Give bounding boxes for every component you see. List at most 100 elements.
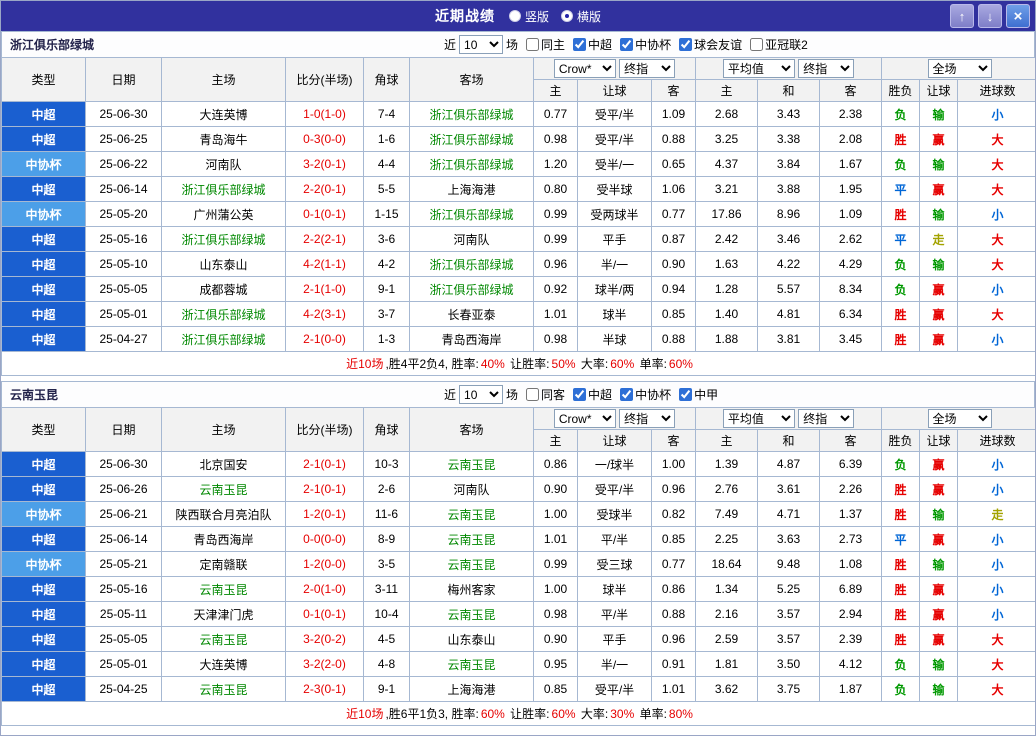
match-date: 25-05-01	[85, 651, 162, 677]
handicap-result: 赢	[919, 451, 959, 477]
asian-company-select[interactable]: Crow*	[553, 409, 616, 428]
asian-away-odds: 1.06	[650, 176, 697, 202]
goals-result: 大	[957, 126, 1035, 152]
home-team: 浙江俱乐部绿城	[161, 176, 286, 202]
checkbox-input[interactable]	[620, 388, 634, 401]
asian-away-odds: 0.88	[650, 326, 697, 352]
euro-away-odds: 6.34	[819, 301, 883, 327]
match-date: 25-06-30	[85, 451, 162, 477]
recent-count-select[interactable]: 10	[459, 385, 504, 404]
subcol-asian: 让球	[577, 429, 652, 452]
asian-away-odds: 0.77	[650, 201, 697, 227]
handicap-result: 赢	[919, 601, 959, 627]
recent-count-select[interactable]: 10	[459, 35, 504, 54]
match-date: 25-06-21	[85, 501, 162, 527]
home-team: 云南玉昆	[161, 626, 286, 652]
result-group-header: 全场	[881, 57, 1035, 80]
summary-segment: 大率:	[577, 357, 609, 371]
scroll-down-button[interactable]: ↓	[978, 4, 1002, 28]
match-score: 2-3(0-1)	[285, 676, 364, 702]
asian-away-odds: 1.09	[650, 101, 697, 127]
filter-checkbox-同主[interactable]: 同主	[526, 36, 565, 53]
away-team: 云南玉昆	[409, 526, 534, 552]
match-type: 中超	[1, 101, 86, 127]
close-button[interactable]: ×	[1006, 4, 1030, 28]
asian-home-odds: 0.99	[533, 226, 578, 252]
outcome-result: 胜	[881, 126, 921, 152]
match-row: 中超 25-06-14 浙江俱乐部绿城 2-2(0-1) 5-5 上海海港 0.80 受半球 1…	[1, 176, 1035, 202]
checkbox-input[interactable]	[573, 38, 587, 51]
checkbox-input[interactable]	[679, 38, 693, 51]
asian-company-select[interactable]: Crow*	[553, 59, 616, 78]
euro-time-select[interactable]: 终指	[798, 59, 855, 78]
outcome-result: 负	[881, 451, 921, 477]
layout-radio-vertical[interactable]: 竖版	[508, 8, 549, 25]
filter-prefix-label: 近	[444, 38, 457, 52]
asian-away-odds: 1.01	[650, 676, 697, 702]
asian-time-select[interactable]: 终指	[619, 59, 676, 78]
euro-draw-odds: 4.22	[757, 251, 821, 277]
match-date: 25-05-05	[85, 276, 162, 302]
subcol-result: 胜负	[881, 79, 921, 102]
match-date: 25-05-16	[85, 576, 162, 602]
euro-company-select[interactable]: 平均值	[722, 59, 795, 78]
section-team-name: 浙江俱乐部绿城	[10, 38, 95, 52]
checkbox-input[interactable]	[679, 388, 693, 401]
filter-checkbox-中甲[interactable]: 中甲	[679, 386, 718, 403]
filter-checkbox-中协杯[interactable]: 中协杯	[620, 386, 671, 403]
euro-company-select[interactable]: 平均值	[722, 409, 795, 428]
sections-container: 浙江俱乐部绿城近 10 场同主 中超 中协杯 球会友谊 亚冠联2 类型 日期 主场 比分(半场) 角球…	[1, 31, 1035, 735]
asian-home-odds: 0.77	[533, 101, 578, 127]
subcol-asian: 主	[533, 79, 578, 102]
filter-checkbox-中协杯[interactable]: 中协杯	[620, 36, 671, 53]
euro-home-odds: 7.49	[695, 501, 759, 527]
match-row: 中超 25-05-01 大连英博 3-2(2-0) 4-8 云南玉昆 0.95 半/一 0.91…	[1, 651, 1035, 677]
asian-home-odds: 1.00	[533, 501, 578, 527]
header-group-row: 类型 日期 主场 比分(半场) 角球 客场 Crow* 终指 平均值 终指 全场	[1, 57, 1035, 102]
euro-home-odds: 2.25	[695, 526, 759, 552]
euro-draw-odds: 3.43	[757, 101, 821, 127]
euro-time-select[interactable]: 终指	[798, 409, 855, 428]
corner-count: 5-5	[363, 176, 410, 202]
scroll-up-button[interactable]: ↑	[950, 4, 974, 28]
scope-select[interactable]: 全场	[927, 409, 992, 428]
home-team: 浙江俱乐部绿城	[161, 326, 286, 352]
euro-away-odds: 1.67	[819, 151, 883, 177]
checkbox-input[interactable]	[620, 38, 634, 51]
section-team-name: 云南玉昆	[10, 388, 59, 402]
asian-home-odds: 0.90	[533, 476, 578, 502]
checkbox-input[interactable]	[526, 38, 540, 51]
match-type: 中超	[1, 276, 86, 302]
goals-result: 大	[957, 626, 1035, 652]
corner-count: 9-1	[363, 676, 410, 702]
filter-checkbox-同客[interactable]: 同客	[526, 386, 565, 403]
result-group-header: 全场	[881, 407, 1035, 430]
goals-result: 走	[957, 501, 1035, 527]
corner-count: 1-15	[363, 201, 410, 227]
asian-handicap: 受半球	[577, 176, 652, 202]
asian-home-odds: 0.80	[533, 176, 578, 202]
filter-checkbox-中超[interactable]: 中超	[573, 386, 612, 403]
match-row: 中超 25-06-30 北京国安 2-1(0-1) 10-3 云南玉昆 0.86 一/球半 1.…	[1, 451, 1035, 477]
match-row: 中协杯 25-05-21 定南赣联 1-2(0-0) 3-5 云南玉昆 0.99 受三球 0.7…	[1, 551, 1035, 577]
filter-checkbox-球会友谊[interactable]: 球会友谊	[679, 36, 742, 53]
home-team: 大连英博	[161, 101, 286, 127]
filter-checkbox-亚冠联2[interactable]: 亚冠联2	[750, 36, 808, 53]
filter-checkbox-中超[interactable]: 中超	[573, 36, 612, 53]
asian-time-select[interactable]: 终指	[619, 409, 676, 428]
match-score: 0-0(0-0)	[285, 526, 364, 552]
summary-segment: 近10场	[346, 707, 384, 721]
outcome-result: 胜	[881, 301, 921, 327]
match-type: 中协杯	[1, 201, 86, 227]
euro-draw-odds: 4.81	[757, 301, 821, 327]
checkbox-input[interactable]	[750, 38, 764, 51]
away-team: 河南队	[409, 226, 534, 252]
layout-radio-horizontal[interactable]: 横版	[561, 8, 601, 25]
scope-select[interactable]: 全场	[927, 59, 992, 78]
filter-suffix-label: 场	[506, 38, 519, 52]
checkbox-input[interactable]	[573, 388, 587, 401]
layout-radio-group: 竖版 横版	[508, 8, 601, 25]
euro-draw-odds: 3.81	[757, 326, 821, 352]
checkbox-input[interactable]	[526, 388, 540, 401]
checkbox-label: 中协杯	[635, 38, 672, 52]
